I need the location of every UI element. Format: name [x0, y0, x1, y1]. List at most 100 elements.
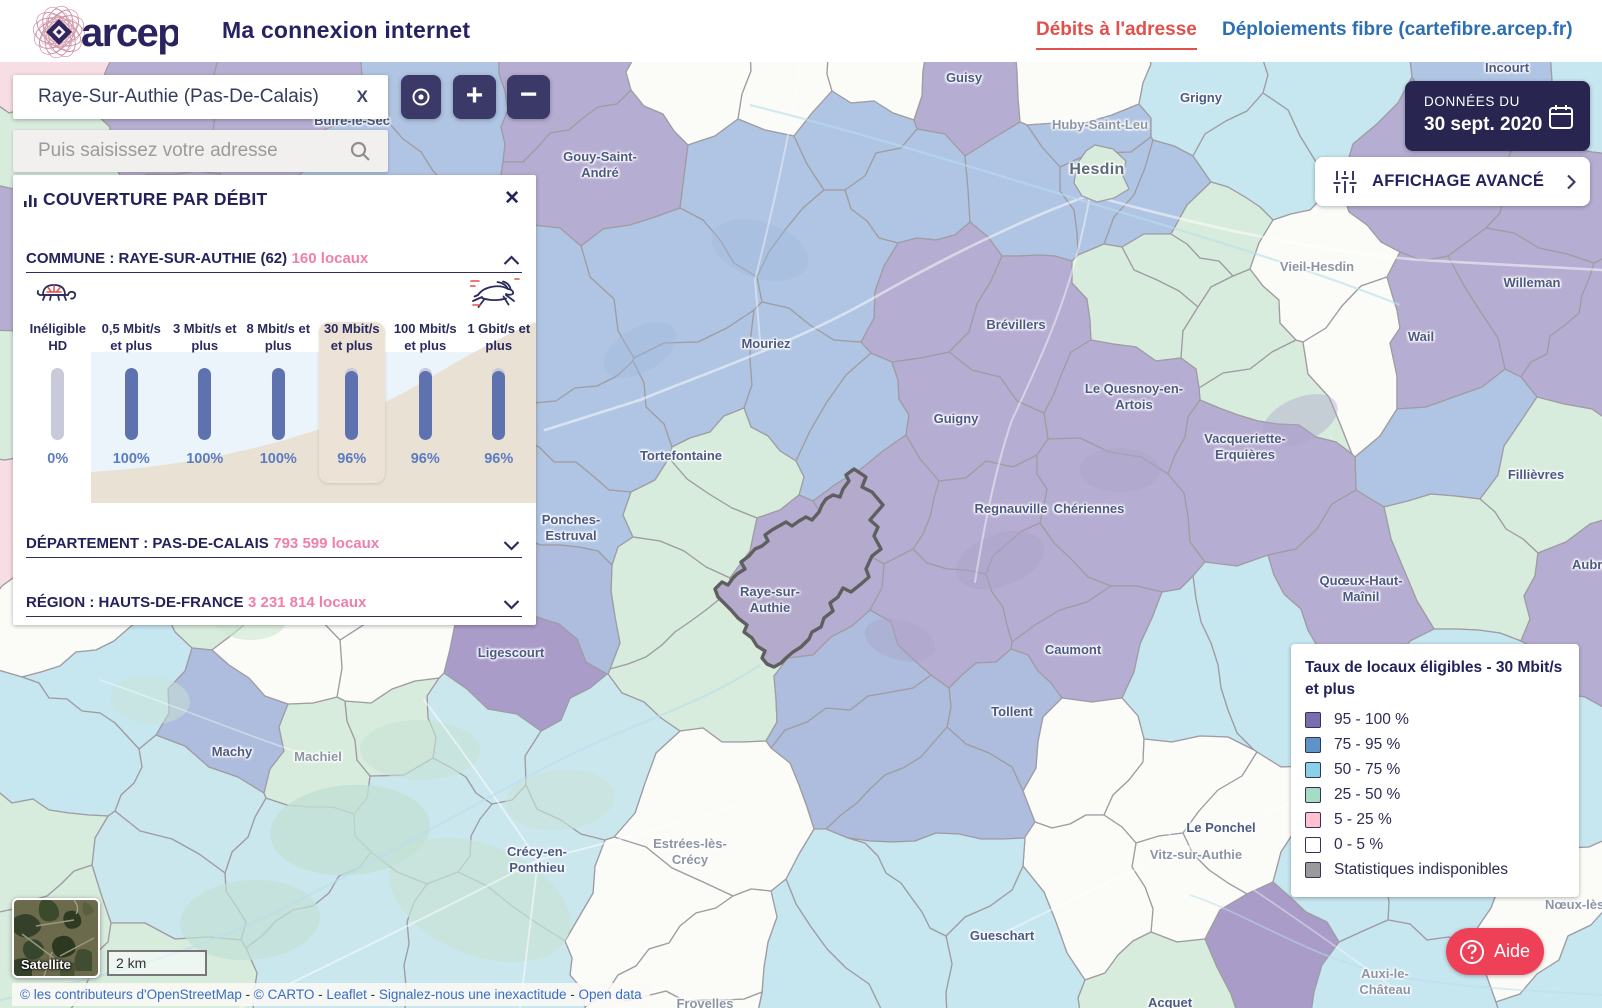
legend-item: 25 - 50 % — [1305, 783, 1565, 808]
chart-column[interactable]: 0,5 Mbit/s et plus100% — [95, 321, 169, 481]
legend-item: 5 - 25 % — [1305, 808, 1565, 833]
chart-bar — [345, 368, 358, 440]
chevron-down-icon[interactable] — [503, 599, 520, 610]
turtle-icon — [35, 278, 79, 308]
section-name-text: RAYE-SUR-AUTHIE (62) — [119, 250, 288, 267]
attribution-bar: © les contributeurs d'OpenStreetMap - © … — [12, 983, 650, 1006]
legend-label: 25 - 50 % — [1334, 786, 1400, 804]
chart-column-label: 30 Mbit/s et plus — [324, 321, 380, 361]
chart-column[interactable]: 3 Mbit/s et plus 100% — [168, 321, 242, 481]
data-date-label: DONNÉES DU — [1424, 94, 1520, 109]
chevron-right-icon — [1566, 174, 1576, 190]
question-icon — [1459, 939, 1485, 965]
attribution-separator: - — [242, 987, 254, 1002]
data-date-value: 30 sept. 2020 — [1424, 114, 1542, 136]
scale-bar: 2 km — [107, 950, 207, 976]
address-search-input[interactable]: Puis saisissez votre adresse — [13, 130, 388, 172]
chart-bar-value: 96% — [411, 451, 440, 467]
section-locaux-text: 793 599 locaux — [273, 535, 379, 552]
commune-search-value[interactable]: Raye-Sur-Authie (Pas-De-Calais) — [38, 86, 357, 108]
section-commune-label: COMMUNE : RAYE-SUR-AUTHIE (62) — [26, 250, 287, 267]
arcep-logo[interactable]: arcep — [18, 2, 178, 60]
chevron-down-icon[interactable] — [503, 540, 520, 551]
legend-swatch — [1305, 812, 1321, 828]
chart-bar-value: 100% — [186, 451, 223, 467]
chart-column-label: 1 Gbit/s et plus — [467, 321, 530, 361]
commune-search-box[interactable]: Raye-Sur-Authie (Pas-De-Calais) X — [13, 75, 388, 119]
chart-bar — [272, 368, 285, 440]
chart-bar — [492, 368, 505, 440]
attribution-link[interactable]: © les contributeurs d'OpenStreetMap — [20, 987, 242, 1002]
legend-item: 95 - 100 % — [1305, 708, 1565, 733]
chart-column-label: 3 Mbit/s et plus — [173, 321, 237, 361]
help-label: Aide — [1494, 941, 1530, 962]
panel-title: COUVERTURE PAR DÉBIT — [43, 189, 267, 210]
address-search-placeholder: Puis saisissez votre adresse — [38, 140, 348, 162]
section-level-text: RÉGION : — [26, 594, 94, 611]
attribution-separator: - — [314, 987, 326, 1002]
zoom-in-icon: + — [466, 81, 484, 111]
layer-switcher-label: Satellite — [21, 957, 71, 972]
data-date-box[interactable]: DONNÉES DU 30 sept. 2020 — [1405, 81, 1590, 151]
clear-search-button[interactable]: X — [357, 87, 368, 107]
chart-column[interactable]: Inéligible HD 0% — [21, 321, 95, 481]
attribution-link[interactable]: © CARTO — [254, 987, 314, 1002]
panel-close-button[interactable]: ✕ — [504, 187, 520, 210]
attribution-link[interactable]: Leaflet — [326, 987, 367, 1002]
chart-column-label: 100 Mbit/s et plus — [394, 321, 457, 361]
search-icon — [348, 139, 372, 163]
calendar-icon — [1547, 103, 1575, 131]
zoom-in-button[interactable]: + — [453, 75, 496, 119]
legend-swatch — [1305, 762, 1321, 778]
attribution-link[interactable]: Signalez-nous une inexactitude — [379, 987, 567, 1002]
chart-columns: Inéligible HD 0% 0,5 Mbit/s et plus100%3 M… — [21, 321, 536, 481]
legend-item: 75 - 95 % — [1305, 733, 1565, 758]
tab-deploiements-fibre[interactable]: Déploiements fibre (cartefibre.arcep.fr) — [1222, 19, 1573, 41]
help-button[interactable]: Aide — [1446, 928, 1544, 975]
legend-swatch — [1305, 712, 1321, 728]
chart-column[interactable]: 1 Gbit/s et plus96% — [462, 321, 536, 481]
chart-column[interactable]: 100 Mbit/s et plus 96% — [389, 321, 463, 481]
legend-label: Statistiques indisponibles — [1334, 861, 1508, 879]
legend-item: 50 - 75 % — [1305, 758, 1565, 783]
app: GuisyGrignyHuby-Saint-LeuIncourtHesdinGo… — [0, 0, 1602, 1008]
legend-label: 75 - 95 % — [1334, 736, 1400, 754]
chart-bar-value: 96% — [337, 451, 366, 467]
zoom-out-icon: − — [520, 80, 538, 110]
chart-column-label: Inéligible HD — [30, 321, 86, 361]
section-departement[interactable]: DÉPARTEMENT : PAS-DE-CALAIS 793 599 loca… — [26, 535, 523, 557]
section-region[interactable]: RÉGION : HAUTS-DE-FRANCE 3 231 814 locau… — [26, 594, 523, 616]
satellite-layer-switcher[interactable]: Satellite — [12, 898, 100, 978]
legend-title: Taux de locaux éligibles - 30 Mbit/s et … — [1305, 657, 1565, 702]
section-rule — [26, 557, 522, 558]
legend-label: 5 - 25 % — [1334, 811, 1392, 829]
chart-bar — [51, 368, 64, 440]
advanced-display-button[interactable]: AFFICHAGE AVANCÉ — [1315, 157, 1590, 206]
chart-bar-value: 0% — [47, 451, 68, 467]
legend-label: 50 - 75 % — [1334, 761, 1400, 779]
section-locaux-text: 3 231 814 locaux — [248, 594, 366, 611]
advanced-display-label: AFFICHAGE AVANCÉ — [1372, 172, 1544, 191]
tab-debits-adresse[interactable]: Débits à l'adresse — [1036, 19, 1197, 41]
geolocate-button[interactable] — [401, 75, 441, 119]
chart-bar — [125, 368, 138, 440]
section-level-text: COMMUNE : — [26, 250, 114, 267]
section-departement-locaux: 793 599 locaux — [273, 535, 379, 552]
chevron-up-icon[interactable] — [503, 255, 520, 266]
section-level-text: DÉPARTEMENT : — [26, 535, 148, 552]
attribution-link[interactable]: Open data — [579, 987, 642, 1002]
chart-column[interactable]: 30 Mbit/s et plus 96% — [315, 321, 389, 481]
chart-column[interactable]: 8 Mbit/s et plus100% — [242, 321, 316, 481]
section-region-locaux: 3 231 814 locaux — [248, 594, 366, 611]
section-commune[interactable]: COMMUNE : RAYE-SUR-AUTHIE (62) 160 locau… — [26, 250, 523, 272]
chart-bar — [198, 368, 211, 440]
legend-swatch — [1305, 862, 1321, 878]
hare-icon — [470, 276, 520, 308]
chart-column-label: 8 Mbit/s et plus — [246, 321, 310, 361]
section-locaux-text: 160 locaux — [292, 250, 369, 267]
legend-swatch — [1305, 837, 1321, 853]
legend-swatch — [1305, 787, 1321, 803]
app-title: Ma connexion internet — [222, 17, 470, 44]
zoom-out-button[interactable]: − — [507, 75, 550, 119]
legend-items: 95 - 100 % 75 - 95 % 50 - 75 % 25 - 50 % 5 -… — [1305, 708, 1565, 883]
